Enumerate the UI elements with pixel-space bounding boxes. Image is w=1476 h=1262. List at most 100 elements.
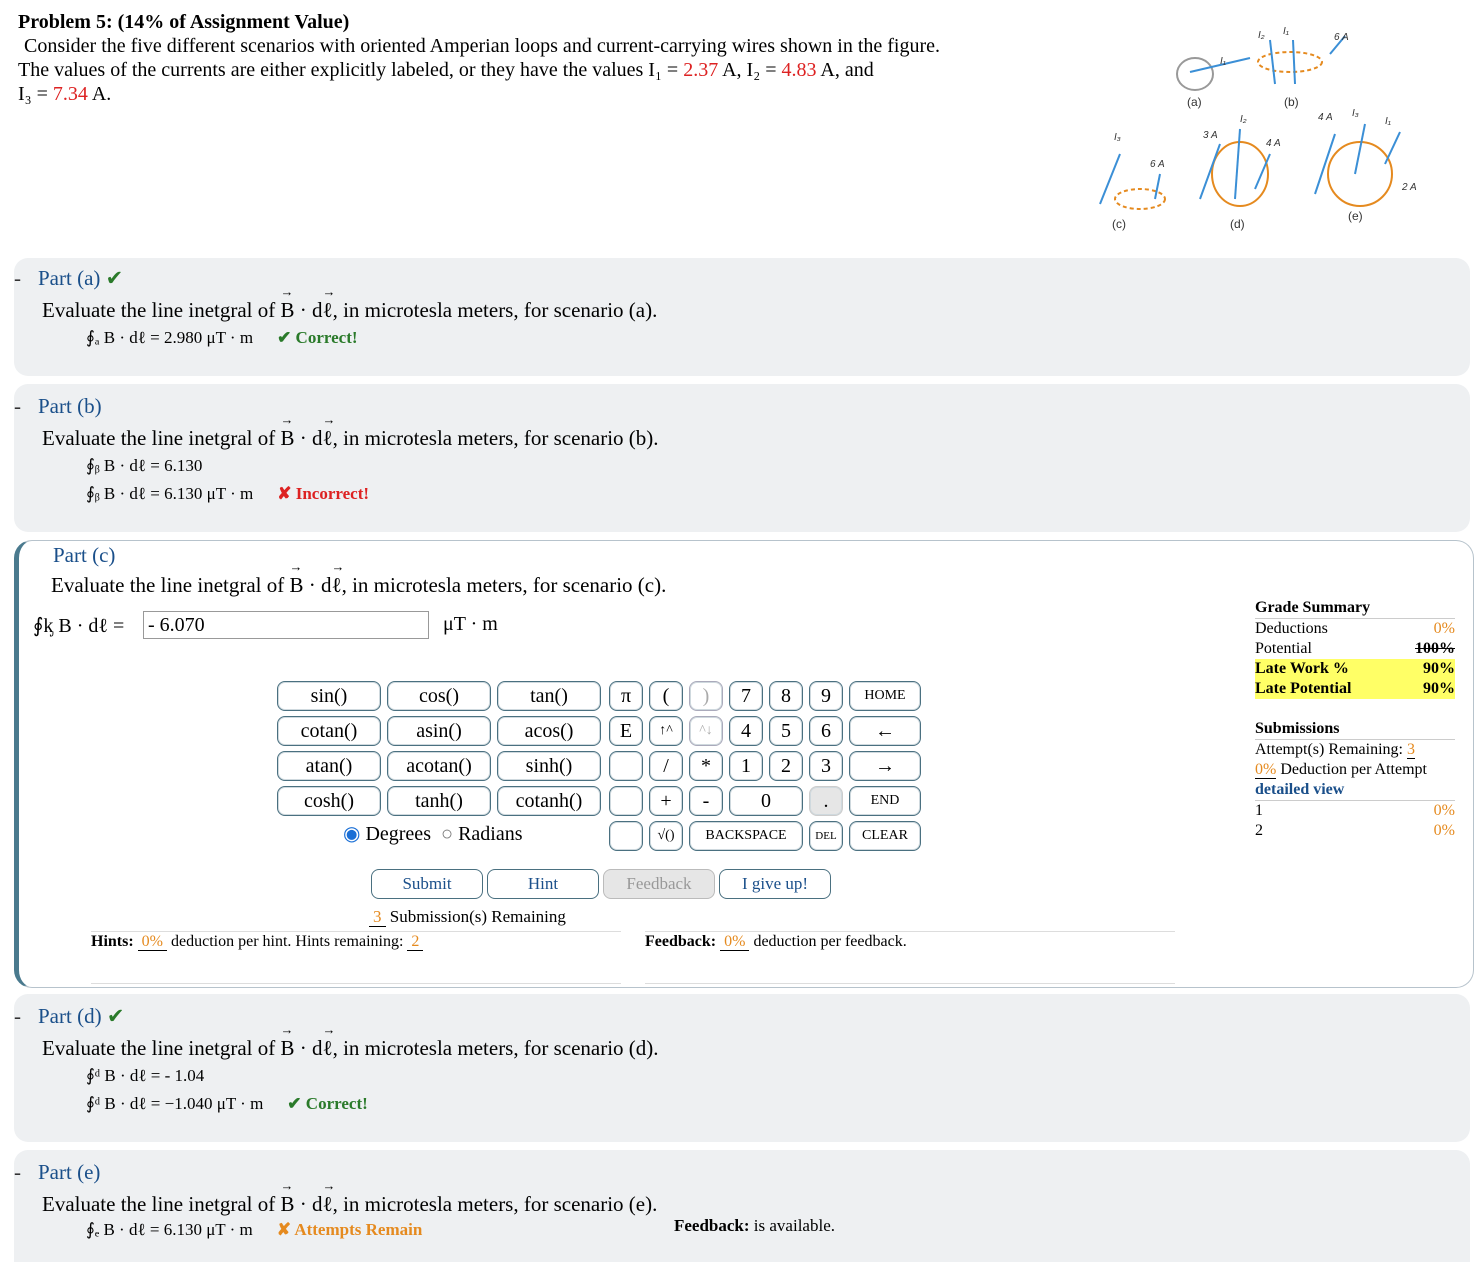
key-1[interactable]: 1 <box>729 751 763 781</box>
submissions-remaining: 3 Submission(s) Remaining <box>369 907 566 927</box>
give-up-button[interactable]: I give up! <box>719 869 831 899</box>
part-d-prompt: Evaluate the line inetgral of B · dℓ, in… <box>42 1022 659 1061</box>
figure-current-label: 2 A <box>1401 182 1417 193</box>
acotan-button[interactable]: acotan() <box>387 751 491 781</box>
part-a-heading[interactable]: - Part (a) ✔ <box>14 266 124 291</box>
deduction-per-attempt: 0% Deduction per Attempt <box>1255 761 1427 779</box>
potential-row: Potential 100% <box>1255 640 1455 657</box>
key-7[interactable]: 7 <box>729 681 763 711</box>
multiply-button[interactable]: * <box>689 751 723 781</box>
asin-button[interactable]: asin() <box>387 716 491 746</box>
figure-current-label: 4 A <box>1266 138 1281 149</box>
figure-current-label: I₁ <box>1385 116 1391 127</box>
part-b-heading[interactable]: - Part (b) <box>14 394 102 419</box>
late-work-row: Late Work % 90% <box>1255 659 1455 679</box>
part-d-entered: ∮ᵈ B · dℓ = - 1.04 <box>86 1066 205 1085</box>
detailed-view-link[interactable]: detailed view <box>1255 780 1455 801</box>
backspace-button[interactable]: BACKSPACE <box>689 821 803 851</box>
subscript-button[interactable]: ^↓ <box>689 716 723 746</box>
key-5[interactable]: 5 <box>769 716 803 746</box>
delete-button[interactable]: DEL <box>809 821 843 851</box>
answer-input[interactable] <box>143 611 429 639</box>
feedback-info: Feedback: 0% deduction per feedback. <box>645 933 907 951</box>
figure-label-c: (c) <box>1112 217 1126 231</box>
check-icon: ✔ <box>105 266 124 290</box>
part-d-answer: ∮ᵈ B · dℓ = −1.040 μT · m ✔ Correct! <box>86 1094 368 1113</box>
part-e-heading[interactable]: - Part (e) <box>14 1160 100 1185</box>
part-b-panel: - Part (b) Evaluate the line inetgral of … <box>14 384 1470 532</box>
current-i2: 4.83 <box>781 59 817 81</box>
cotan-button[interactable]: cotan() <box>277 716 381 746</box>
radians-label: Radians <box>458 823 523 845</box>
key-2[interactable]: 2 <box>769 751 803 781</box>
part-c-lhs: ∮ᶄ B · dℓ = <box>33 615 125 637</box>
problem-header: Problem 5: (14% of Assignment Value) Con… <box>18 10 1078 106</box>
key-6[interactable]: 6 <box>809 716 843 746</box>
part-e-feedback[interactable]: Feedback: is available. <box>674 1216 835 1236</box>
figure-label-a: (a) <box>1187 95 1202 109</box>
e-button[interactable]: E <box>609 716 643 746</box>
correct-status: ✔ Correct! <box>277 328 358 347</box>
part-b-prompt: Evaluate the line inetgral of B · dℓ, in… <box>42 412 659 451</box>
attempts-remaining: Attempt(s) Remaining: 3 <box>1255 741 1415 759</box>
hint-button[interactable]: Hint <box>487 869 599 899</box>
part-d-heading[interactable]: - Part (d) ✔ <box>14 1004 124 1029</box>
cos-button[interactable]: cos() <box>387 681 491 711</box>
plus-button[interactable]: + <box>649 786 683 816</box>
incorrect-status: ✘ Incorrect! <box>277 484 370 503</box>
deductions-row: Deductions 0% <box>1255 620 1455 637</box>
key-8[interactable]: 8 <box>769 681 803 711</box>
sqrt-button[interactable]: √() <box>649 821 683 851</box>
part-e-answer: ∮ₑ B · dℓ = 6.130 μT · m ✘ Attempts Remai… <box>86 1220 423 1239</box>
part-d-panel: - Part (d) ✔ Evaluate the line inetgral o… <box>14 994 1470 1142</box>
part-a-prompt: Evaluate the line inetgral of B · dℓ, in… <box>42 284 657 323</box>
atan-button[interactable]: atan() <box>277 751 381 781</box>
submit-button[interactable]: Submit <box>371 869 483 899</box>
figure-current-label: I₂ <box>1258 30 1265 41</box>
part-b-entered: ∮ᵦ B · dℓ = 6.130 <box>86 456 203 475</box>
acos-button[interactable]: acos() <box>497 716 601 746</box>
sin-button[interactable]: sin() <box>277 681 381 711</box>
cosh-button[interactable]: cosh() <box>277 786 381 816</box>
divide-button[interactable]: / <box>649 751 683 781</box>
blank-key[interactable] <box>609 821 643 851</box>
key-4[interactable]: 4 <box>729 716 763 746</box>
clear-button[interactable]: CLEAR <box>849 821 921 851</box>
blank-key[interactable] <box>609 786 643 816</box>
close-paren-button[interactable]: ) <box>689 681 723 711</box>
key-0[interactable]: 0 <box>729 786 803 816</box>
superscript-button[interactable]: ↑^ <box>649 716 683 746</box>
left-arrow-button[interactable]: ← <box>849 716 921 746</box>
tanh-button[interactable]: tanh() <box>387 786 491 816</box>
home-button[interactable]: HOME <box>849 681 921 711</box>
end-button[interactable]: END <box>849 786 921 816</box>
decimal-button[interactable]: . <box>809 786 843 816</box>
radians-radio[interactable]: ○ <box>441 823 453 845</box>
figure-current-label: 4 A <box>1318 112 1333 123</box>
figure-label-b: (b) <box>1284 95 1299 109</box>
degrees-radio[interactable]: ◉ <box>343 823 360 845</box>
minus-button[interactable]: - <box>689 786 723 816</box>
figure-current-label: I₁ <box>1283 26 1289 37</box>
figure-current-label: I₂ <box>1240 114 1247 125</box>
part-b-answer: ∮ᵦ B · dℓ = 6.130 μT · m ✘ Incorrect! <box>86 484 370 503</box>
figure-current-label: I₁ <box>1220 56 1226 67</box>
part-a-panel: - Part (a) ✔ Evaluate the line inetgral o… <box>14 258 1470 376</box>
pi-button[interactable]: π <box>609 681 643 711</box>
figure-current-label: 6 A <box>1334 32 1349 43</box>
attempt-row: 1 0% <box>1255 802 1455 819</box>
right-arrow-button[interactable]: → <box>849 751 921 781</box>
open-paren-button[interactable]: ( <box>649 681 683 711</box>
part-a-answer: ∮ₐ B · dℓ = 2.980 μT · m ✔ Correct! <box>86 328 358 347</box>
key-3[interactable]: 3 <box>809 751 843 781</box>
hints-info: Hints: 0% deduction per hint. Hints rema… <box>91 933 424 951</box>
problem-title: Problem 5: (14% of Assignment Value) <box>18 11 350 33</box>
cotanh-button[interactable]: cotanh() <box>497 786 601 816</box>
sinh-button[interactable]: sinh() <box>497 751 601 781</box>
feedback-button[interactable]: Feedback <box>603 869 715 899</box>
attempt-row: 2 0% <box>1255 822 1455 839</box>
degrees-label: Degrees <box>365 823 431 845</box>
blank-key[interactable] <box>609 751 643 781</box>
tan-button[interactable]: tan() <box>497 681 601 711</box>
key-9[interactable]: 9 <box>809 681 843 711</box>
